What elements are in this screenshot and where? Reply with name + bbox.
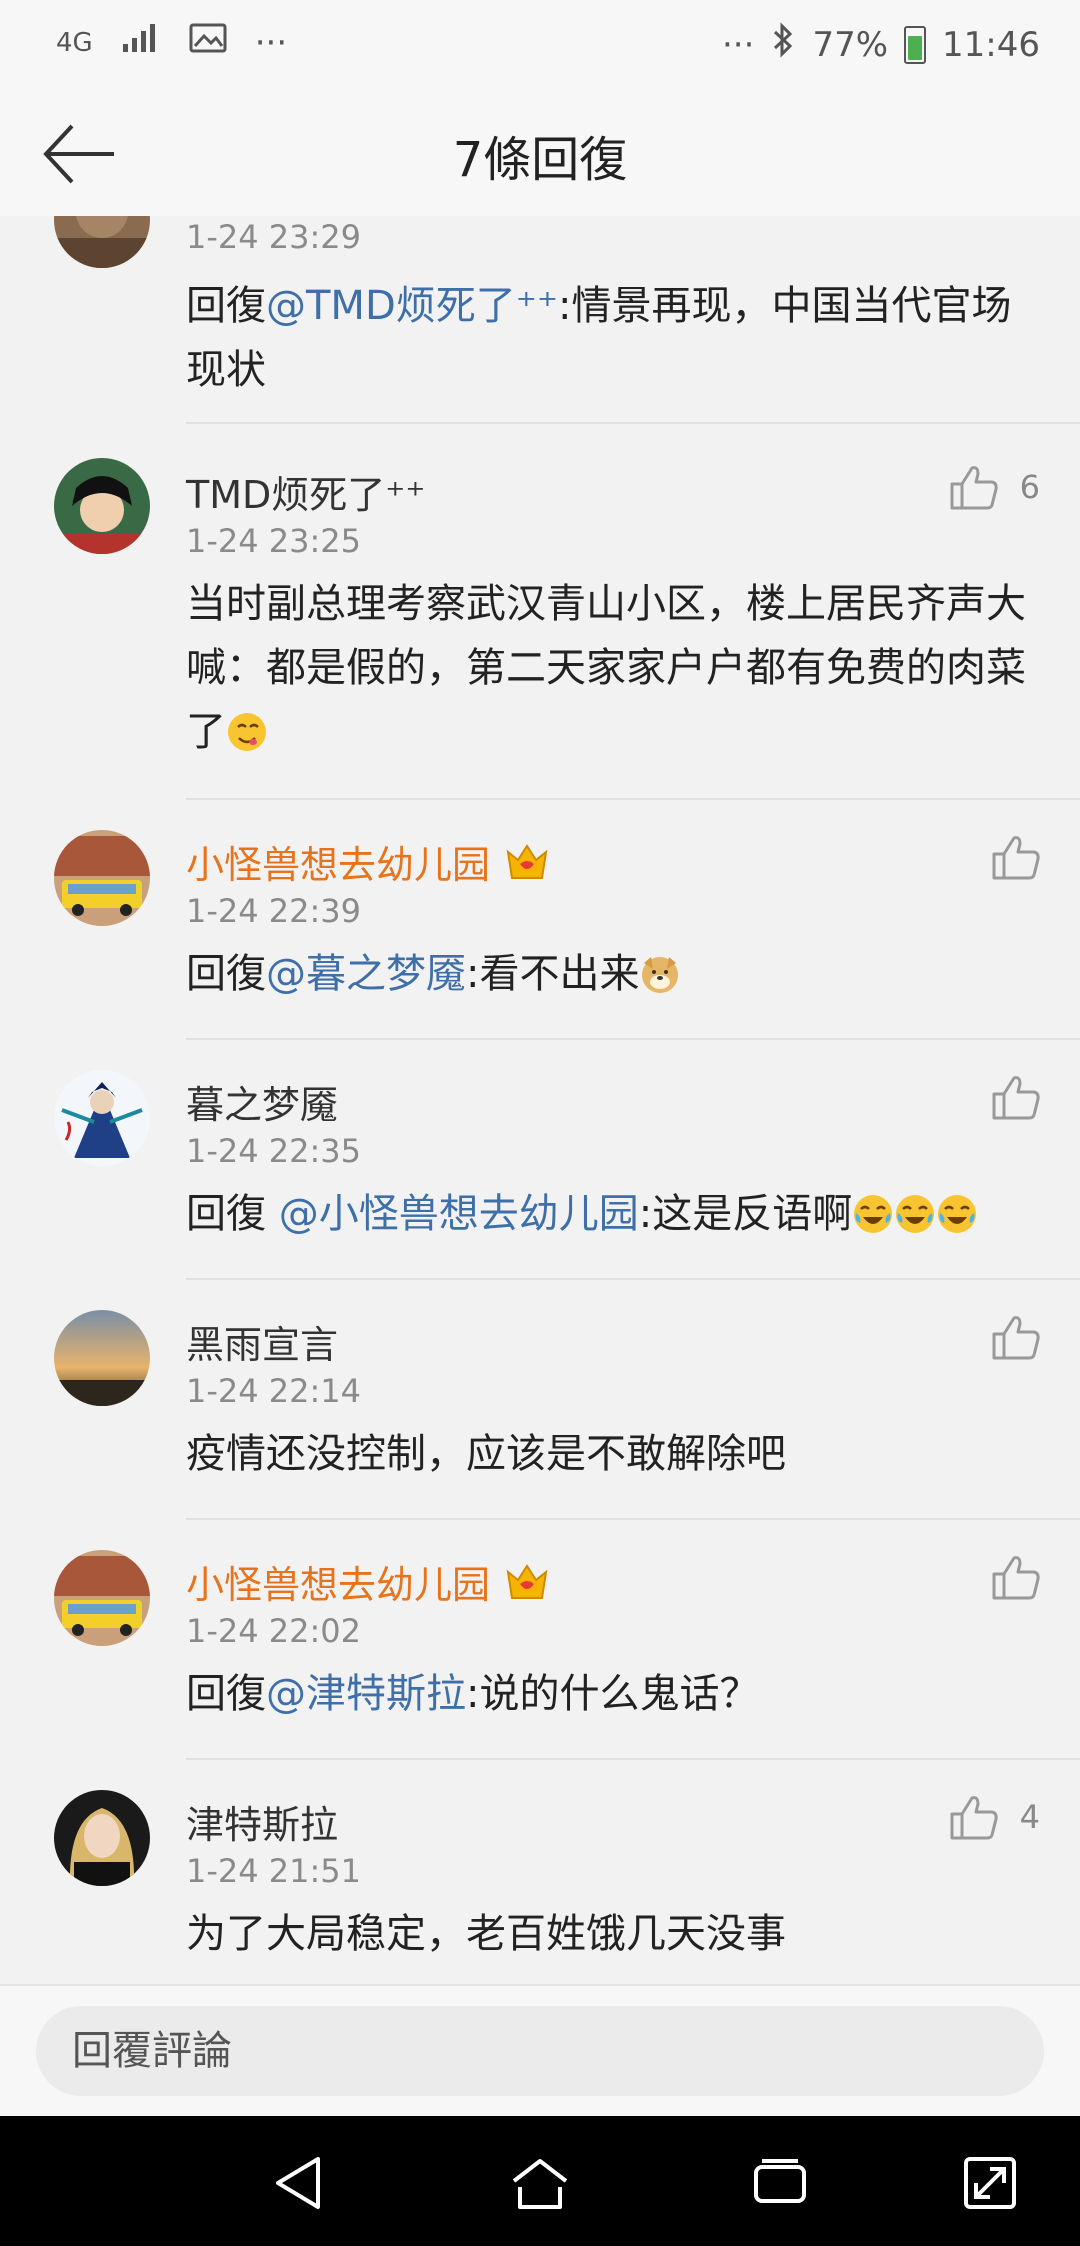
reply-text: 疫情还没控制，应该是不敢解除吧	[186, 1422, 1036, 1486]
like-button[interactable]: 4	[950, 1794, 1040, 1840]
thumbs-up-icon	[992, 836, 1040, 880]
like-button[interactable]	[992, 1554, 1040, 1600]
like-button[interactable]	[992, 834, 1040, 880]
reply-body: :说的什么鬼话？	[466, 1671, 760, 1717]
bluetooth-icon	[770, 22, 796, 67]
crown-badge-icon	[506, 844, 548, 879]
reply-body: 为了大局稳定，老百姓饿几天没事	[186, 1911, 786, 1957]
avatar[interactable]	[54, 458, 150, 554]
avatar[interactable]	[54, 216, 150, 268]
network-type: 4G	[56, 27, 93, 58]
thumbs-up-icon	[992, 1076, 1040, 1120]
reply-prefix: 回復	[186, 951, 266, 997]
avatar[interactable]	[54, 1790, 150, 1886]
timestamp: 1-24 22:14	[186, 1372, 362, 1410]
page-title: 7條回復	[452, 132, 628, 188]
top-bar: 7條回復	[0, 92, 1080, 218]
avatar[interactable]	[54, 1550, 150, 1646]
clock: 11:46	[942, 24, 1040, 65]
mention-link[interactable]: @暮之梦魇	[266, 951, 466, 997]
status-bar-left: 4G ···	[56, 22, 287, 63]
username[interactable]: 黑雨宣言	[186, 1314, 338, 1369]
signal-icon	[121, 22, 161, 63]
reply-body: 当时副总理考察武汉青山小区，楼上居民齐声大喊：都是假的，第二天家家户户都有免费的…	[186, 581, 1026, 755]
thumbs-up-icon	[950, 466, 998, 510]
thumbs-up-icon	[992, 1316, 1040, 1360]
battery-percent: 77%	[812, 24, 889, 65]
avatar[interactable]	[54, 1070, 150, 1166]
username[interactable]: 津特斯拉	[186, 1794, 338, 1849]
reply-text: 回復@TMD烦死了⁺⁺:情景再现，中国当代官场现状	[186, 274, 1036, 402]
username[interactable]: 暮之梦魇	[186, 1074, 338, 1129]
more-status: ···	[722, 24, 755, 65]
doge-emoji-icon	[642, 957, 679, 993]
username-text: 小怪兽想去幼儿园	[186, 843, 491, 887]
reply-item: 小怪兽想去幼儿园 1-24 22:39 回復@暮之梦魇:看不出来	[0, 800, 1080, 1040]
tears-of-joy-emoji-icon	[938, 1195, 977, 1233]
system-nav-bar	[0, 2116, 1080, 2246]
timestamp: 1-24 21:51	[186, 1852, 362, 1890]
reply-item: 暮之梦魇 1-24 22:35 回復 @小怪兽想去幼儿园:这是反语啊	[0, 1040, 1080, 1280]
mention-link[interactable]: @TMD烦死了⁺⁺	[266, 283, 558, 329]
mention-link[interactable]: @小怪兽想去幼儿园	[279, 1191, 639, 1237]
yummy-face-emoji-icon	[228, 713, 266, 751]
reply-item: 小怪兽想去幼儿园 1-24 22:02 回復@津特斯拉:说的什么鬼话？	[0, 1520, 1080, 1760]
recents-icon	[754, 2159, 806, 2203]
status-bar: 4G ··· ··· 77% 11:46	[0, 0, 1080, 92]
like-button[interactable]	[992, 1314, 1040, 1360]
timestamp: 1-24 22:39	[186, 892, 362, 930]
timestamp: 1-24 22:35	[186, 1132, 362, 1170]
status-bar-right: ··· 77% 11:46	[722, 22, 1040, 67]
triangle-back-icon	[276, 2157, 320, 2209]
timestamp: 1-24 22:02	[186, 1612, 362, 1650]
reply-list[interactable]: 1-24 23:29 回復@TMD烦死了⁺⁺:情景再现，中国当代官场现状 TMD…	[0, 216, 1080, 1984]
image-icon	[189, 22, 227, 63]
like-button[interactable]: 6	[950, 464, 1040, 510]
reply-item: TMD烦死了⁺⁺ 6 1-24 23:25 当时副总理考察武汉青山小区，楼上居民…	[0, 424, 1080, 800]
reply-prefix: 回復	[186, 283, 266, 329]
timestamp: 1-24 23:29	[186, 218, 362, 256]
reply-composer	[0, 1984, 1080, 2118]
reply-text: 当时副总理考察武汉青山小区，楼上居民齐声大喊：都是假的，第二天家家户户都有免费的…	[186, 572, 1036, 764]
battery-icon	[904, 25, 927, 64]
reply-item: 1-24 23:29 回復@TMD烦死了⁺⁺:情景再现，中国当代官场现状	[0, 216, 1080, 424]
reply-body: 疫情还没控制，应该是不敢解除吧	[186, 1431, 786, 1477]
reply-input[interactable]	[36, 2006, 1044, 2096]
nav-recents-button[interactable]	[750, 2153, 810, 2213]
more-notifications: ···	[254, 22, 288, 63]
expand-icon	[964, 2157, 1016, 2209]
username-text: 小怪兽想去幼儿园	[186, 1563, 491, 1607]
timestamp: 1-24 23:25	[186, 522, 362, 560]
reply-item: 津特斯拉 4 1-24 21:51 为了大局稳定，老百姓饿几天没事	[0, 1760, 1080, 1984]
reply-body: :看不出来	[466, 951, 640, 997]
reply-text: 回復 @小怪兽想去幼儿园:这是反语啊	[186, 1182, 1036, 1246]
reply-body: :这是反语啊	[638, 1191, 853, 1237]
tears-of-joy-emoji-icon	[854, 1195, 893, 1233]
mention-link[interactable]: @津特斯拉	[266, 1671, 466, 1717]
tears-of-joy-emoji-icon	[896, 1195, 935, 1233]
reply-prefix: 回復	[186, 1671, 266, 1717]
reply-item: 黑雨宣言 1-24 22:14 疫情还没控制，应该是不敢解除吧	[0, 1280, 1080, 1520]
like-button[interactable]	[992, 1074, 1040, 1120]
avatar[interactable]	[54, 1310, 150, 1406]
home-icon	[512, 2159, 568, 2209]
reply-text: 为了大局稳定，老百姓饿几天没事	[186, 1902, 1036, 1966]
nav-back-button[interactable]	[270, 2153, 330, 2213]
nav-expand-button[interactable]	[960, 2153, 1020, 2213]
avatar[interactable]	[54, 830, 150, 926]
reply-text: 回復@暮之梦魇:看不出来	[186, 942, 1036, 1006]
like-count: 4	[1019, 1798, 1040, 1836]
reply-prefix: 回復	[186, 1191, 279, 1237]
thumbs-up-icon	[992, 1556, 1040, 1600]
thumbs-up-icon	[950, 1796, 998, 1840]
username[interactable]: 小怪兽想去幼儿园	[186, 1554, 550, 1609]
username[interactable]: 小怪兽想去幼儿园	[186, 834, 550, 889]
crown-badge-icon	[506, 1564, 548, 1599]
reply-text: 回復@津特斯拉:说的什么鬼话？	[186, 1662, 1036, 1726]
nav-home-button[interactable]	[510, 2153, 570, 2213]
username[interactable]: TMD烦死了⁺⁺	[186, 464, 425, 519]
like-count: 6	[1019, 468, 1040, 506]
